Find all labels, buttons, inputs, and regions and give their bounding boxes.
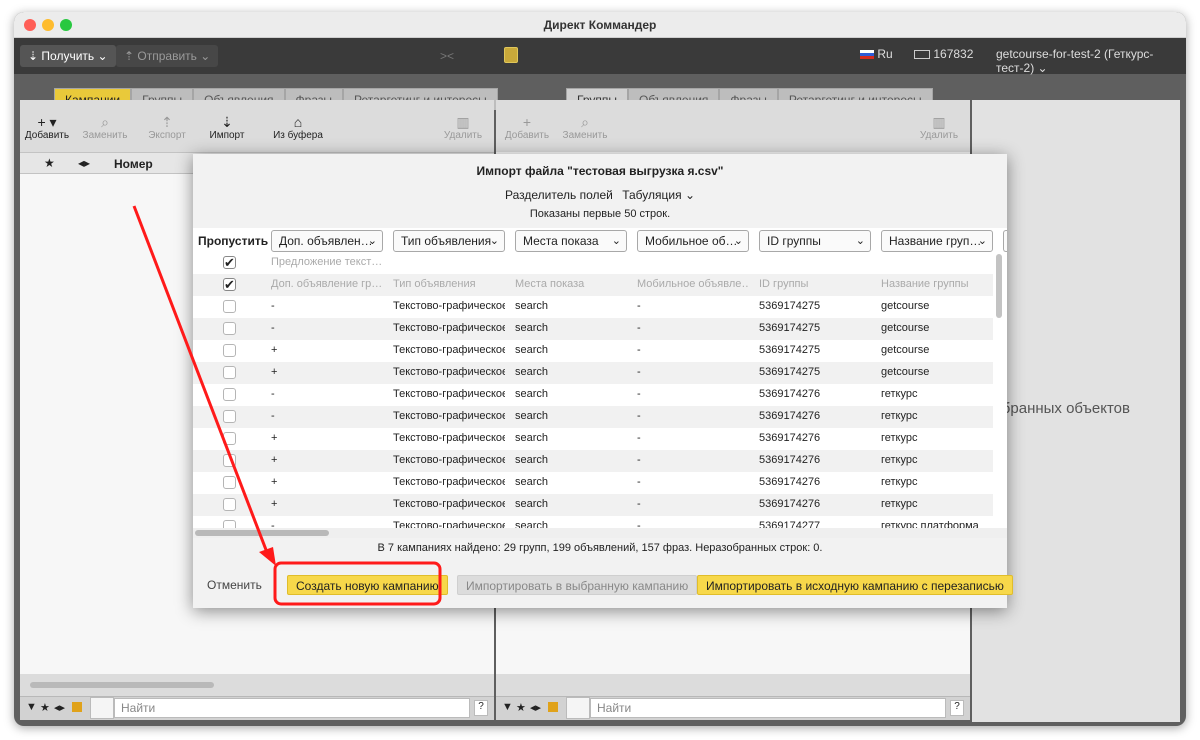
annotation-highlight-box	[273, 561, 442, 606]
annotation-overlay	[132, 205, 442, 606]
annotation-arrow-head	[259, 547, 276, 566]
annotation-arrow-line	[132, 205, 270, 556]
